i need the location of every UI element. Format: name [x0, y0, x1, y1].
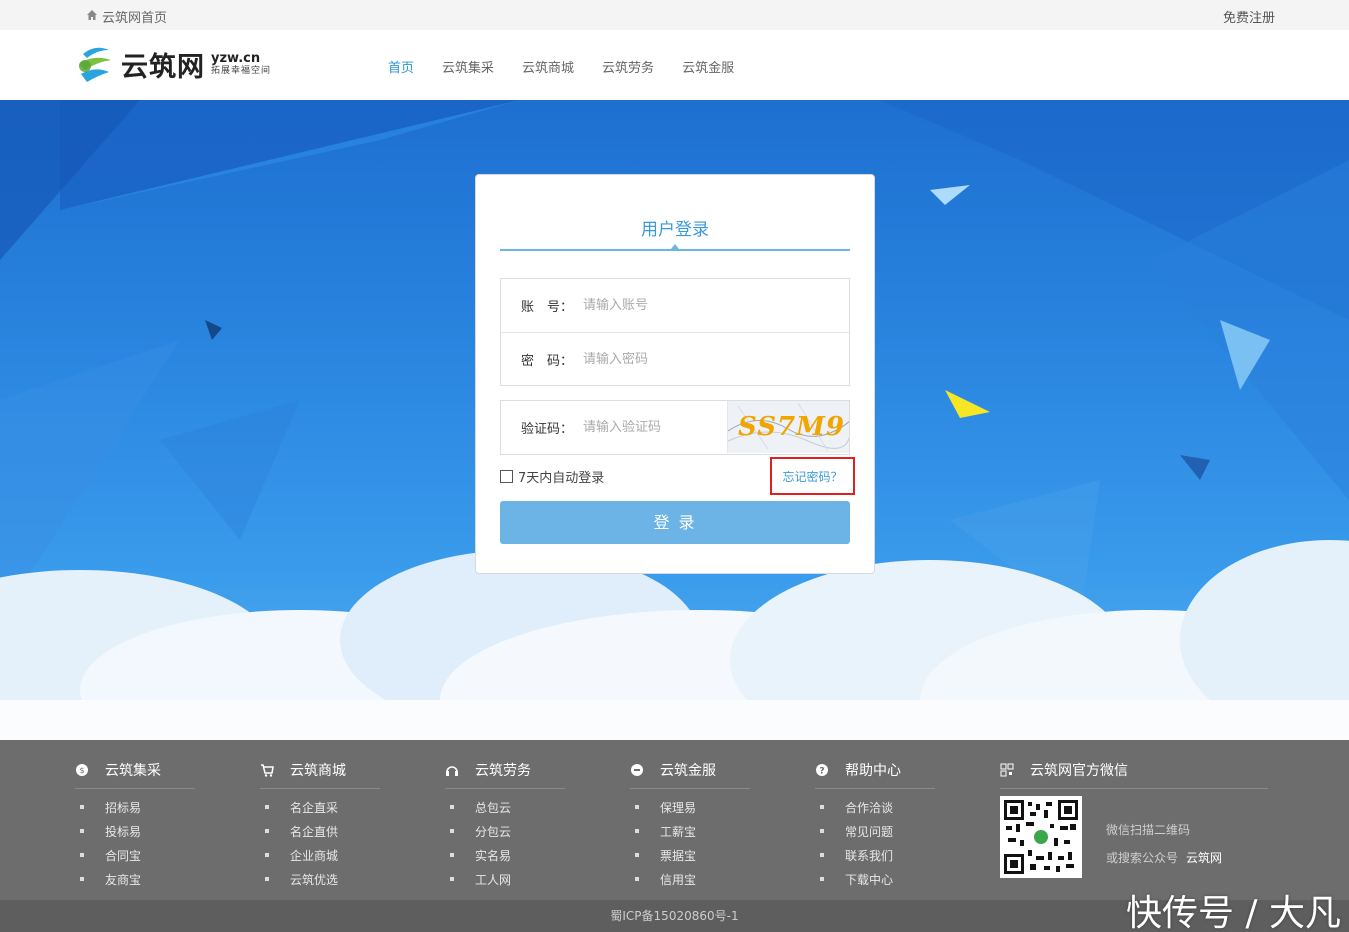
footer-link[interactable]: 信用宝: [630, 867, 750, 891]
wechat-scan-text: 微信扫描二维码: [1106, 823, 1191, 837]
footer-link[interactable]: 工薪宝: [630, 819, 750, 843]
title-arrow-icon: [671, 244, 679, 249]
footer-link[interactable]: 云筑优选: [260, 867, 380, 891]
footer-link[interactable]: 工人网: [445, 867, 565, 891]
login-title: 用户登录: [641, 220, 709, 240]
footer-col-mall: 云筑商城 名企直采 名企直供 企业商城 云筑优选: [260, 760, 380, 891]
footer-link[interactable]: 企业商城: [260, 843, 380, 867]
credentials-box: 账 号： 密 码：: [500, 278, 850, 386]
qrcode-icon: [1000, 763, 1014, 777]
captcha-row: 验证码： SS7M9: [501, 401, 849, 454]
cart-icon: [260, 763, 274, 777]
home-link-label: 云筑网首页: [102, 11, 168, 26]
account-input[interactable]: [583, 298, 723, 313]
footer-wechat: 云筑网官方微信 微信扫描二维码 或搜索公众号 云筑网: [1000, 760, 1268, 878]
footer-col-title[interactable]: 云筑劳务: [475, 760, 531, 780]
remember-me[interactable]: 7天内自动登录: [500, 467, 604, 486]
remember-label: 7天内自动登录: [518, 471, 605, 486]
footer-link[interactable]: 常见问题: [815, 819, 935, 843]
footer-link[interactable]: 票据宝: [630, 843, 750, 867]
wechat-account-name: 云筑网: [1186, 851, 1223, 865]
home-icon: [86, 9, 98, 25]
logo-domain: yzw.cn: [211, 51, 261, 66]
captcha-image[interactable]: SS7M9: [727, 401, 849, 453]
login-button[interactable]: 登 录: [500, 501, 850, 544]
logo-icon: [79, 47, 111, 82]
nav-item-labor[interactable]: 云筑劳务: [602, 57, 654, 76]
logo-name: 云筑网: [121, 51, 205, 83]
bag-icon: $: [75, 763, 89, 777]
footer-col-title[interactable]: 云筑集采: [105, 760, 161, 780]
footer-link[interactable]: 投标易: [75, 819, 195, 843]
remember-checkbox[interactable]: [500, 470, 513, 483]
headset-icon: [445, 763, 459, 777]
captcha-text: SS7M9: [738, 412, 845, 442]
footer-col-title[interactable]: 帮助中心: [845, 760, 901, 780]
footer-link[interactable]: 招标易: [75, 795, 195, 819]
footer-col-finance: 云筑金服 保理易 工薪宝 票据宝 信用宝: [630, 760, 750, 891]
footer-link[interactable]: 合同宝: [75, 843, 195, 867]
password-input[interactable]: [583, 351, 723, 367]
captcha-label: 验证码：: [521, 422, 574, 437]
footer-link[interactable]: 联系我们: [815, 843, 935, 867]
forgot-password-link[interactable]: 忘记密码？: [770, 457, 855, 495]
footer-link[interactable]: 下载中心: [815, 867, 935, 891]
footer-link[interactable]: 分包云: [445, 819, 565, 843]
svg-text:?: ?: [819, 767, 824, 777]
coin-icon: [630, 763, 644, 777]
title-underline: [500, 249, 850, 251]
nav-item-finance[interactable]: 云筑金服: [682, 57, 734, 76]
password-row: 密 码：: [501, 332, 849, 385]
question-icon: ?: [815, 763, 829, 777]
footer-col-title[interactable]: 云筑金服: [660, 760, 716, 780]
header: 云筑网 yzw.cn 拓展幸福空间 首页 云筑集采 云筑商城 云筑劳务 云筑金服: [0, 30, 1349, 100]
logo-slogan: 拓展幸福空间: [211, 66, 272, 76]
footer-link[interactable]: 友商宝: [75, 867, 195, 891]
captcha-input[interactable]: [583, 420, 723, 435]
login-card: 用户登录 账 号： 密 码： 验证码： SS7M9: [475, 174, 875, 574]
account-row: 账 号：: [501, 279, 849, 332]
password-label: 密 码：: [521, 353, 574, 369]
nav-item-home[interactable]: 首页: [388, 57, 414, 76]
svg-text:$: $: [79, 766, 84, 775]
footer-link[interactable]: 总包云: [445, 795, 565, 819]
footer-link[interactable]: 名企直供: [260, 819, 380, 843]
main-nav: 首页 云筑集采 云筑商城 云筑劳务 云筑金服: [388, 57, 734, 76]
wechat-search-line: 或搜索公众号 云筑网: [1106, 851, 1223, 865]
register-link[interactable]: 免费注册: [1223, 7, 1275, 26]
logo[interactable]: 云筑网 yzw.cn 拓展幸福空间: [75, 44, 271, 84]
footer-link[interactable]: 保理易: [630, 795, 750, 819]
nav-item-procurement[interactable]: 云筑集采: [442, 57, 494, 76]
footer-col-title[interactable]: 云筑商城: [290, 760, 346, 780]
watermark-text: 快传号 / 大凡: [1125, 893, 1341, 932]
footer-col-procurement: $ 云筑集采 招标易 投标易 合同宝 友商宝: [75, 760, 195, 891]
captcha-box: 验证码： SS7M9: [500, 400, 850, 455]
wechat-title: 云筑网官方微信: [1030, 763, 1128, 779]
footer-col-help: ? 帮助中心 合作洽谈 常见问题 联系我们 下载中心: [815, 760, 935, 891]
footer-col-labor: 云筑劳务 总包云 分包云 实名易 工人网: [445, 760, 565, 891]
footer: $ 云筑集采 招标易 投标易 合同宝 友商宝 云筑商城 名企直采 名企直供 企业…: [0, 740, 1349, 900]
footer-link[interactable]: 实名易: [445, 843, 565, 867]
account-label: 账 号：: [521, 300, 574, 315]
wechat-qrcode: [1000, 796, 1082, 878]
home-link[interactable]: 云筑网首页: [86, 7, 167, 26]
footer-link[interactable]: 名企直采: [260, 795, 380, 819]
nav-item-mall[interactable]: 云筑商城: [522, 57, 574, 76]
footer-link[interactable]: 合作洽谈: [815, 795, 935, 819]
top-bar: 云筑网首页 免费注册: [0, 0, 1349, 30]
